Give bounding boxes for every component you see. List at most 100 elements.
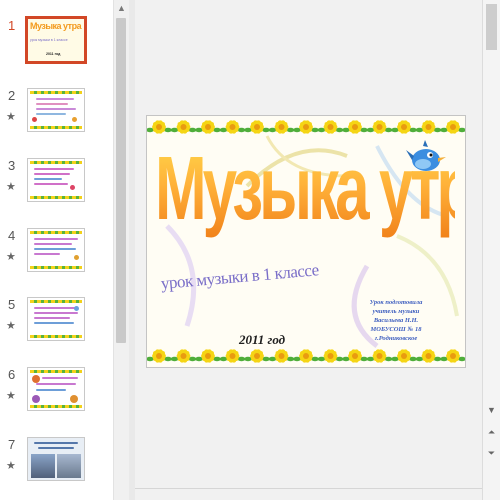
sunflower-icon: [366, 349, 393, 363]
flower-border: [30, 196, 82, 199]
thumbnail-row-7[interactable]: 7 ★: [0, 437, 113, 497]
animation-star-icon: ★: [6, 320, 16, 332]
text-line: [34, 442, 78, 444]
text-line: [34, 322, 74, 324]
author-line: учитель музыки: [372, 308, 420, 315]
sunflower-icon: [170, 120, 197, 134]
author-line: г.Родниковское: [374, 335, 418, 342]
slide-number: 7: [8, 437, 16, 452]
sunflower-icon: [244, 120, 270, 134]
animation-star-icon: ★: [6, 460, 16, 472]
text-line: [34, 168, 74, 170]
sunflower-icon: [293, 120, 319, 134]
flower-border: [30, 300, 82, 303]
next-slide-icon[interactable]: ⏷: [484, 446, 499, 461]
sunflower-icon: [268, 120, 295, 134]
picture-icon: [32, 375, 40, 383]
thumbnail-row-5[interactable]: 5 ★: [0, 297, 113, 357]
sunflower-icon: [391, 120, 417, 134]
author-textbox[interactable]: Урок подготовила учитель музыки Васильев…: [353, 298, 439, 343]
sunflower-icon: [342, 120, 368, 134]
picture-icon: [70, 395, 78, 403]
sunflower-icon: [317, 349, 344, 363]
scrollbar-thumb[interactable]: [486, 4, 497, 50]
slide-number: 2: [8, 88, 16, 103]
slide-title[interactable]: Музыка утра: [155, 138, 465, 241]
sunflower-icon: [268, 349, 295, 363]
text-line: [34, 178, 62, 180]
flower-border: [30, 370, 82, 373]
text-line: [34, 173, 70, 175]
text-line: [36, 103, 68, 105]
author-line: Васильева Н.Н.: [373, 317, 419, 324]
slide-thumbnail-1[interactable]: Музыка утра урок музыки в 1 классе 2011 …: [25, 16, 87, 64]
picture-icon: [70, 185, 75, 190]
slide-thumbnail-3[interactable]: [27, 158, 85, 202]
slide-canvas[interactable]: Музыка утра урок музыки в 1 классе Урок …: [146, 115, 466, 368]
text-line: [34, 253, 60, 255]
slide-number: 4: [8, 228, 16, 243]
text-line: [34, 307, 76, 309]
text-line: [38, 447, 74, 449]
slide-thumbnail-4[interactable]: [27, 228, 85, 272]
text-line: [36, 113, 66, 115]
text-line: [34, 238, 78, 240]
sunflower-icon: [195, 120, 221, 134]
notes-pane-divider[interactable]: [135, 488, 482, 489]
sunflower-icon: [317, 120, 344, 134]
animation-star-icon: ★: [6, 181, 16, 193]
flower-border: [30, 266, 82, 269]
flower-border: [30, 126, 82, 129]
animation-star-icon: ★: [6, 390, 16, 402]
thumbnail-title: Музыка утра: [30, 21, 82, 31]
sunflower-icon: [366, 120, 393, 134]
sunflower-icon: [170, 349, 197, 363]
flower-border-bottom: [147, 349, 465, 363]
slide-thumbnail-2[interactable]: [27, 88, 85, 132]
flower-border: [30, 91, 82, 94]
flower-border: [30, 231, 82, 234]
thumbnail-year: 2011 год: [46, 52, 61, 56]
text-line: [36, 108, 76, 110]
thumbnail-row-2[interactable]: 2 ★: [0, 88, 113, 148]
sunflower-icon: [440, 349, 465, 363]
sunflower-icon: [440, 120, 465, 134]
picture-icon: [74, 306, 79, 311]
picture-icon: [32, 395, 40, 403]
animation-star-icon: ★: [6, 251, 16, 263]
flower-border-top: [147, 120, 465, 134]
scroll-up-arrow-icon[interactable]: ▲: [114, 0, 129, 16]
text-line: [34, 183, 68, 185]
main-vertical-scrollbar[interactable]: ▲ ▼ ⏶ ⏷: [482, 0, 500, 500]
slide-number: 1: [8, 18, 16, 33]
text-line: [34, 248, 76, 250]
flower-border: [30, 335, 82, 338]
thumbnail-row-6[interactable]: 6 ★: [0, 367, 113, 427]
sunflower-icon: [244, 349, 270, 363]
picture-icon: [72, 117, 77, 122]
scroll-down-arrow-icon[interactable]: ▼: [484, 403, 499, 418]
text-line: [34, 317, 70, 319]
thumbnail-row-1[interactable]: 1 Музыка утра урок музыки в 1 классе 201…: [0, 16, 113, 78]
flower-border: [30, 161, 82, 164]
sunflower-icon: [219, 120, 246, 134]
previous-slide-icon[interactable]: ⏶: [484, 425, 499, 440]
slide-number: 5: [8, 297, 16, 312]
slide-thumbnail-7[interactable]: [27, 437, 85, 481]
sunflower-icon: [415, 120, 442, 134]
thumbnail-scrollbar[interactable]: ▲: [113, 0, 129, 500]
slide-thumbnail-6[interactable]: [27, 367, 85, 411]
animation-star-icon: ★: [6, 111, 16, 123]
slide-thumbnail-5[interactable]: [27, 297, 85, 341]
thumbnail-row-3[interactable]: 3 ★: [0, 158, 113, 218]
thumbnail-subtitle: урок музыки в 1 классе: [30, 38, 68, 42]
slide-thumbnail-pane: 1 Музыка утра урок музыки в 1 классе 201…: [0, 0, 113, 500]
picture-icon: [74, 255, 79, 260]
photo-image: [57, 454, 81, 478]
slide-number: 3: [8, 158, 16, 173]
thumbnail-row-4[interactable]: 4 ★: [0, 228, 113, 288]
text-line: [36, 389, 66, 391]
scrollbar-thumb[interactable]: [116, 18, 126, 343]
slide-year[interactable]: 2011 год: [239, 332, 285, 348]
text-line: [42, 377, 78, 379]
